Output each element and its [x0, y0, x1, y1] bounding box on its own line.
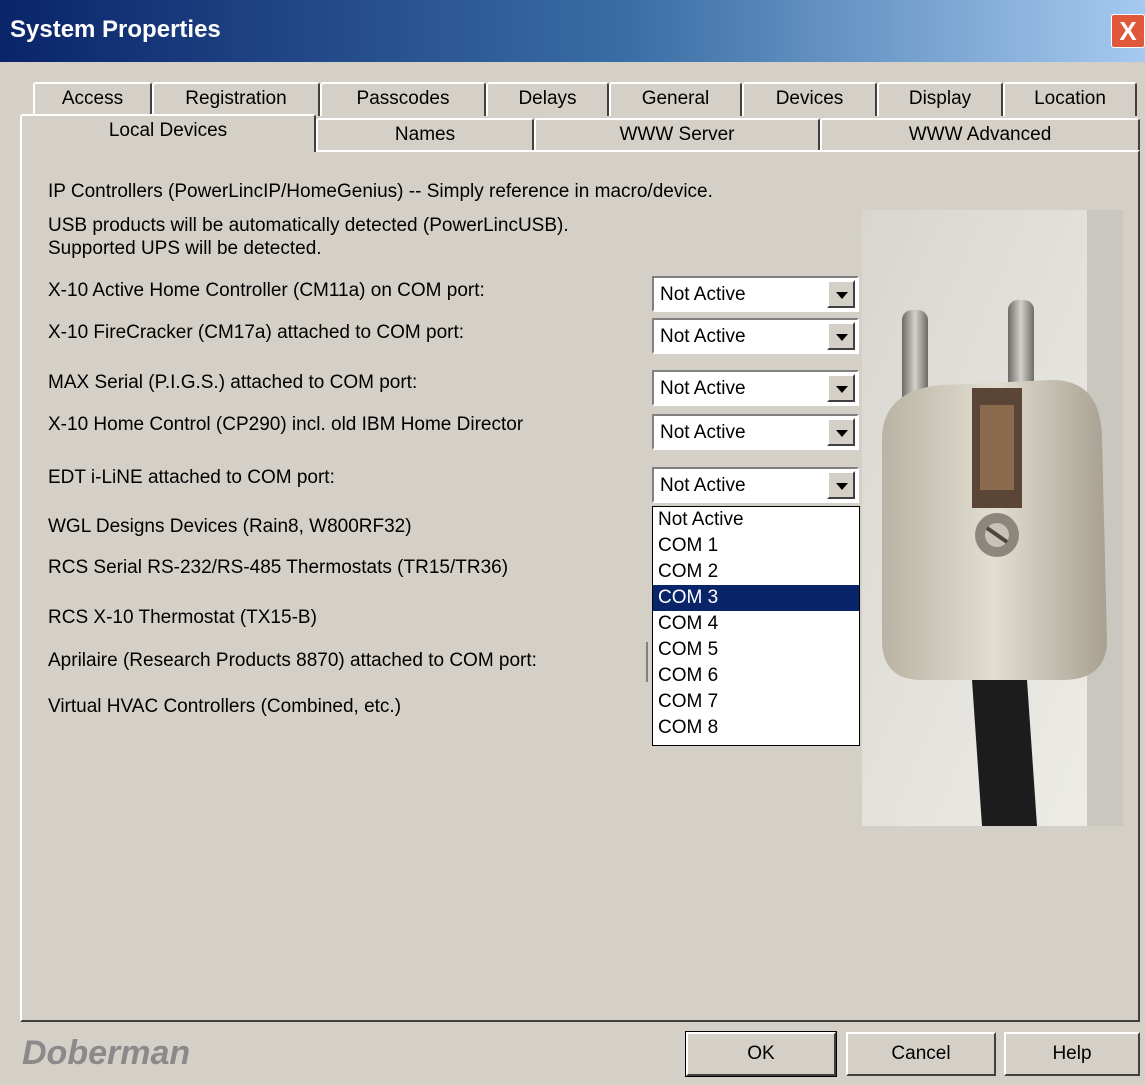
tab-general[interactable]: General: [609, 82, 742, 116]
help-button[interactable]: Help: [1004, 1032, 1140, 1076]
iline-port-select[interactable]: Not Active: [652, 467, 859, 503]
port-dropdown-list[interactable]: Not Active COM 1 COM 2 COM 3 COM 4 COM 5…: [652, 506, 860, 746]
dropdown-option[interactable]: COM 2: [653, 559, 859, 585]
dropdown-option[interactable]: COM 5: [653, 637, 859, 663]
max-serial-port-select[interactable]: Not Active: [652, 370, 859, 406]
ok-button[interactable]: OK: [685, 1031, 837, 1077]
tab-local-devices[interactable]: Local Devices: [20, 114, 316, 152]
window-title: System Properties: [10, 16, 221, 43]
chevron-down-icon[interactable]: [827, 418, 855, 446]
cp290-label: X-10 Home Control (CP290) incl. old IBM …: [48, 414, 524, 435]
tab-www-advanced[interactable]: WWW Advanced: [820, 118, 1140, 150]
cm17a-port-select[interactable]: Not Active: [652, 318, 859, 354]
dropdown-option-highlighted[interactable]: COM 3: [653, 585, 859, 611]
rcs-serial-label: RCS Serial RS-232/RS-485 Thermostats (TR…: [48, 557, 509, 578]
max-serial-label: MAX Serial (P.I.G.S.) attached to COM po…: [48, 372, 418, 393]
power-plug-photo: [862, 210, 1123, 826]
rcs-x10-label: RCS X-10 Thermostat (TX15-B): [48, 607, 317, 628]
cm11a-port-value: Not Active: [660, 284, 746, 305]
cancel-button[interactable]: Cancel: [846, 1032, 996, 1076]
tab-location[interactable]: Location: [1003, 82, 1137, 116]
tab-registration[interactable]: Registration: [152, 82, 320, 116]
dropdown-option[interactable]: COM 6: [653, 663, 859, 689]
ip-controllers-note: IP Controllers (PowerLincIP/HomeGenius) …: [48, 181, 713, 202]
dropdown-option[interactable]: Not Active: [653, 507, 859, 533]
chevron-down-icon[interactable]: [827, 280, 855, 308]
cm17a-label: X-10 FireCracker (CM17a) attached to COM…: [48, 322, 465, 343]
cp290-port-value: Not Active: [660, 422, 746, 443]
tab-devices[interactable]: Devices: [742, 82, 877, 116]
wgl-label: WGL Designs Devices (Rain8, W800RF32): [48, 516, 412, 537]
iline-label: EDT i-LiNE attached to COM port:: [48, 467, 335, 488]
dropdown-option[interactable]: COM 1: [653, 533, 859, 559]
brand-logo: Doberman: [22, 1034, 191, 1072]
ups-note: Supported UPS will be detected.: [48, 238, 322, 259]
chevron-down-icon[interactable]: [827, 471, 855, 499]
tab-delays[interactable]: Delays: [486, 82, 609, 116]
close-icon[interactable]: X: [1111, 14, 1145, 48]
dropdown-option[interactable]: COM 8: [653, 715, 859, 741]
title-bar: System Properties X: [0, 0, 1145, 62]
cm11a-label: X-10 Active Home Controller (CM11a) on C…: [48, 280, 485, 301]
aprilaire-label: Aprilaire (Research Products 8870) attac…: [48, 650, 537, 671]
tab-passcodes[interactable]: Passcodes: [320, 82, 486, 116]
tab-access[interactable]: Access: [33, 82, 152, 116]
iline-port-value: Not Active: [660, 475, 746, 496]
cp290-port-select[interactable]: Not Active: [652, 414, 859, 450]
virtual-hvac-label: Virtual HVAC Controllers (Combined, etc.…: [48, 696, 402, 717]
usb-products-note: USB products will be automatically detec…: [48, 215, 569, 236]
max-serial-port-value: Not Active: [660, 378, 746, 399]
tab-www-server[interactable]: WWW Server: [534, 118, 820, 150]
chevron-down-icon[interactable]: [827, 322, 855, 350]
chevron-down-icon[interactable]: [827, 374, 855, 402]
tab-display[interactable]: Display: [877, 82, 1003, 116]
cm17a-port-value: Not Active: [660, 326, 746, 347]
tab-names[interactable]: Names: [316, 118, 534, 150]
dropdown-option[interactable]: COM 7: [653, 689, 859, 715]
dropdown-option[interactable]: COM 4: [653, 611, 859, 637]
cm11a-port-select[interactable]: Not Active: [652, 276, 859, 312]
